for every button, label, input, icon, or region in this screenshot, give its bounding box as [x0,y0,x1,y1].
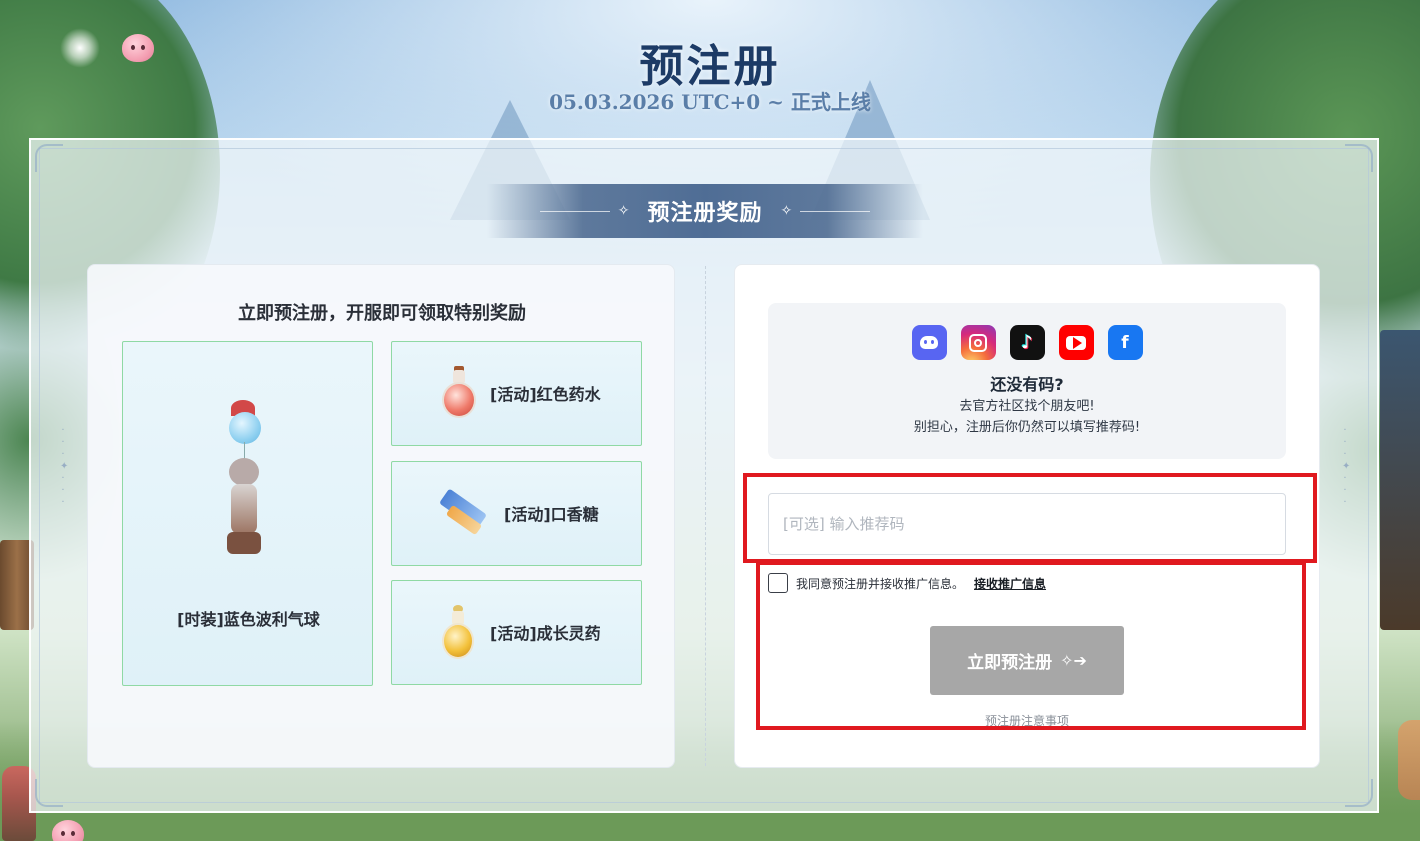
rewards-heading: 立即预注册，开服即可领取特别奖励 [238,303,526,324]
character-preview-icon [223,458,265,554]
frame-corner-ornament [35,144,63,172]
reward-label: [活动]红色药水 [490,385,601,404]
social-links: ♪ f [768,325,1286,360]
growth-elixir-icon [436,605,480,663]
invite-text: 去官方社区找个朋友吧! [959,399,1095,414]
rewards-panel: 立即预注册，开服即可领取特别奖励 [时装]蓝色波利气球 [活动]红色药水 [活动… [87,264,675,768]
discord-icon[interactable] [911,325,947,360]
poring-mascot-icon [52,820,84,841]
instagram-icon[interactable] [960,325,996,360]
launch-date: 05.03.2026 UTC+0 ~ 正式上线 [549,90,871,114]
red-potion-icon [436,366,480,424]
reward-card: [活动]成长灵药 [391,580,642,685]
agreement-row: 我同意预注册并接收推广信息。 接收推广信息 [768,571,1286,595]
frame-corner-ornament [1345,144,1373,172]
facebook-icon[interactable]: f [1107,325,1143,360]
sparkle-icon: ✧ [617,203,630,219]
main-frame: · · · ✦ · · · · · · ✦ · · · ✧ 预注册奖励 ✧ 立即预注册，开服即可领取特别… [29,138,1379,813]
reward-card-main: [时装]蓝色波利气球 [122,341,373,686]
section-title: 预注册奖励 [647,201,763,226]
referral-code-input[interactable] [768,493,1286,555]
side-ornament-right: · · · ✦ · · · [1342,425,1351,508]
page-title: 预注册 [639,41,781,92]
reward-card: [活动]红色药水 [391,341,642,446]
promo-info-link[interactable]: 接收推广信息 [974,575,1046,592]
notice-board-prop [1380,330,1420,630]
agree-checkbox[interactable] [768,573,788,593]
reward-label: [活动]成长灵药 [490,624,601,643]
invite-box: ♪ f 还没有码? 去官方社区找个朋友吧! 别担心，注册后你仍然可以填写推荐码! [768,303,1286,459]
panel-divider [705,266,706,766]
chewing-gum-icon [436,486,488,544]
ribbon-line [539,210,610,212]
side-ornament-left: · · · ✦ · · · [60,425,69,508]
registration-panel: ♪ f 还没有码? 去官方社区找个朋友吧! 别担心，注册后你仍然可以填写推荐码!… [734,264,1320,768]
invite-title: 还没有码? [990,375,1064,394]
notice-link[interactable]: 预注册注意事项 [735,712,1319,729]
frame-corner-ornament [35,779,63,807]
tiktok-icon[interactable]: ♪ [1009,325,1045,360]
reward-card: [活动]口香糖 [391,461,642,566]
invite-text: 别担心，注册后你仍然可以填写推荐码! [913,420,1141,435]
character-sprite-right [1398,720,1420,800]
agree-text: 我同意预注册并接收推广信息。 [796,576,965,591]
balloon-costume-icon [229,412,261,444]
section-ribbon: ✧ 预注册奖励 ✧ [487,184,923,238]
preregister-button[interactable]: 立即预注册 ✧➔ [930,626,1124,695]
preregister-button-label: 立即预注册 [967,653,1053,673]
reward-label: [时装]蓝色波利气球 [177,610,320,629]
sparkle-arrow-icon: ✧➔ [1060,651,1087,670]
reward-label: [活动]口香糖 [504,505,599,524]
ribbon-line [800,210,871,212]
youtube-icon[interactable] [1058,325,1094,360]
frame-corner-ornament [1345,779,1373,807]
sparkle-icon: ✧ [780,203,793,219]
